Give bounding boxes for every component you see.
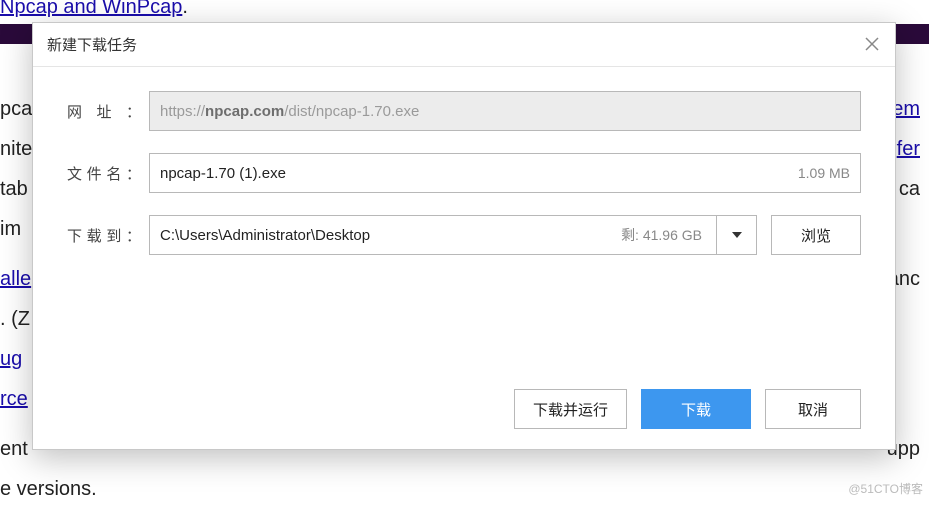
bg-link-right[interactable]: fer (897, 132, 920, 166)
filename-text: npcap-1.70 (1).exe (160, 165, 790, 182)
savepath-text: C:\Users\Administrator\Desktop (160, 227, 613, 244)
cancel-button[interactable]: 取消 (765, 389, 861, 429)
savepath-field[interactable]: C:\Users\Administrator\Desktop 剩: 41.96 … (149, 215, 717, 255)
bg-frag: nite (0, 132, 32, 166)
bg-frag: . (Z (0, 308, 30, 330)
row-saveto: 下载到 C:\Users\Administrator\Desktop 剩: 41… (67, 215, 861, 255)
savepath-dropdown-button[interactable] (717, 215, 757, 255)
bg-heading-suffix: . (182, 0, 188, 18)
download-button[interactable]: 下载 (641, 389, 751, 429)
remaining-space: 剩: 41.96 GB (613, 225, 706, 245)
bg-link-left[interactable]: ug (0, 348, 22, 370)
bg-frag: e versions. (0, 478, 97, 500)
file-size: 1.09 MB (790, 165, 850, 181)
dialog-footer: 下载并运行 下载 取消 (514, 389, 861, 429)
url-field[interactable]: https://npcap.com/dist/npcap-1.70.exe (149, 91, 861, 131)
url-text: https://npcap.com/dist/npcap-1.70.exe (160, 103, 419, 120)
chevron-down-icon (731, 229, 743, 241)
bg-link-left[interactable]: rce (0, 388, 28, 410)
label-url: 网址 (67, 101, 149, 122)
download-dialog: 新建下载任务 网址 https://npcap.com/dist/npcap-1… (32, 22, 896, 450)
bg-frag: im (0, 218, 21, 240)
close-icon (864, 36, 880, 52)
label-saveto: 下载到 (67, 225, 149, 246)
close-button[interactable] (857, 29, 887, 59)
dialog-title: 新建下载任务 (47, 34, 137, 55)
bg-frag: tab (0, 172, 28, 206)
label-filename: 文件名 (67, 163, 149, 184)
bg-heading-link[interactable]: Npcap and WinPcap (0, 0, 182, 18)
dialog-body: 网址 https://npcap.com/dist/npcap-1.70.exe… (33, 67, 895, 255)
bg-link-left[interactable]: alle (0, 262, 31, 296)
row-url: 网址 https://npcap.com/dist/npcap-1.70.exe (67, 91, 861, 131)
download-and-run-button[interactable]: 下载并运行 (514, 389, 627, 429)
dialog-header: 新建下载任务 (33, 23, 895, 67)
bg-frag: ent (0, 432, 28, 466)
watermark: @51CTO博客 (848, 480, 923, 497)
filename-field[interactable]: npcap-1.70 (1).exe 1.09 MB (149, 153, 861, 193)
row-filename: 文件名 npcap-1.70 (1).exe 1.09 MB (67, 153, 861, 193)
browse-button[interactable]: 浏览 (771, 215, 861, 255)
